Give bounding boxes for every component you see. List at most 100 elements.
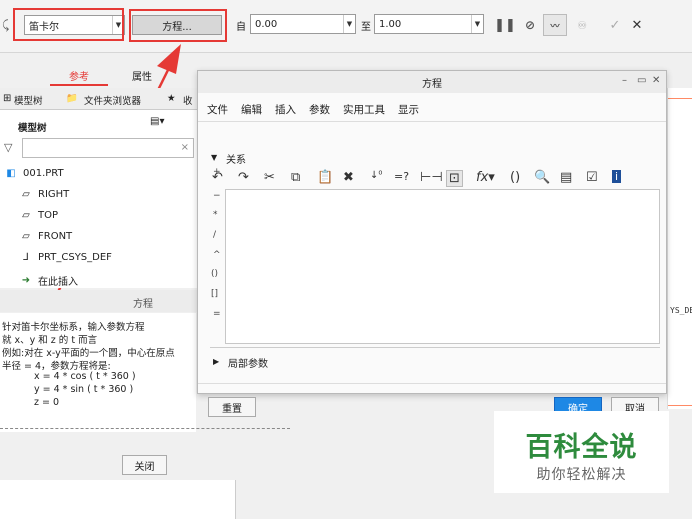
close-window-icon[interactable]: ✕: [652, 75, 660, 86]
dialog-menubar: 文件 编辑 插入 参数 实用工具 显示: [198, 99, 419, 119]
panel-tab-strip: ⊞ 模型树 📁 文件夹浏览器 ★ 收: [0, 88, 198, 110]
editor-divider: [210, 347, 660, 348]
watermark-logo: 百科全说 助你轻松解决: [494, 411, 669, 493]
plus-symbol[interactable]: +: [213, 167, 221, 177]
collapse-arrow-icon[interactable]: ▼: [211, 153, 217, 162]
equation-editor[interactable]: [225, 189, 660, 344]
multiply-symbol[interactable]: *: [213, 210, 218, 220]
close-button[interactable]: 关闭: [122, 455, 167, 475]
dimension-icon[interactable]: ⊢⊣: [420, 170, 443, 185]
dialog-titlebar: 方程: [198, 71, 666, 93]
tab-properties[interactable]: 属性: [113, 64, 171, 86]
tree-item-label: RIGHT: [38, 189, 70, 200]
paste-icon[interactable]: 📋: [317, 170, 333, 185]
tree-item-top[interactable]: ▱ TOP: [20, 210, 58, 221]
plane-icon: ▱: [22, 210, 30, 221]
check-list-icon[interactable]: ☑: [586, 170, 598, 185]
tree-item-front[interactable]: ▱ FRONT: [20, 231, 72, 242]
help-line: 针对笛卡尔坐标系，输入参数方程: [2, 322, 145, 333]
cut-icon[interactable]: ✂: [264, 170, 275, 185]
paren-symbol[interactable]: (): [211, 269, 218, 279]
star-icon: ★: [167, 93, 176, 104]
minus-symbol[interactable]: −: [213, 191, 221, 201]
help-header: 方程: [0, 290, 197, 312]
parameter-icon[interactable]: (): [510, 170, 520, 185]
insert-arrow-icon: ➜: [21, 275, 31, 286]
search-icon[interactable]: 🔍: [534, 170, 550, 185]
show-dimensions-icon[interactable]: ⊡: [446, 170, 463, 187]
table-icon[interactable]: ▤: [560, 170, 572, 185]
help-line: 就 x、y 和 z 的 t 而言: [2, 335, 98, 346]
tree-item-label: PRT_CSYS_DEF: [38, 252, 112, 263]
redo-icon[interactable]: ↷: [238, 170, 249, 185]
relations-section-label: 关系: [226, 155, 246, 166]
plane-icon: ▱: [22, 231, 30, 242]
watermark-subtitle: 助你轻松解决: [536, 467, 627, 483]
help-panel: 针对笛卡尔坐标系，输入参数方程 就 x、y 和 z 的 t 而言 例如:对在 x…: [0, 313, 196, 443]
menubar-divider: [198, 121, 666, 122]
tree-search-input[interactable]: ×: [22, 138, 194, 158]
part-icon: ◧: [6, 168, 16, 179]
tab-file-browser[interactable]: 文件夹浏览器: [84, 93, 141, 107]
model-tree-panel: ⊞ 模型树 📁 文件夹浏览器 ★ 收 模型树 ▤▾ ▽ × ◧ 001.PRT …: [0, 88, 198, 288]
tab-reference-label: 参考: [69, 71, 89, 83]
close-button-label: 关闭: [134, 461, 155, 473]
divider: [0, 428, 290, 429]
reset-button[interactable]: 重置: [208, 397, 256, 417]
copy-icon[interactable]: ⧉: [291, 170, 300, 185]
tab-favorites[interactable]: 收: [183, 93, 193, 107]
menu-insert[interactable]: 插入: [275, 102, 296, 117]
datum-line: [668, 98, 692, 99]
bracket-symbol[interactable]: []: [211, 289, 218, 299]
tree-item-part[interactable]: ◧ 001.PRT: [5, 168, 64, 179]
help-line: 例如:对在 x-y平面的一个圆，中心在原点: [2, 348, 175, 359]
equals-symbol[interactable]: =: [213, 309, 221, 319]
dialog-title: 方程: [422, 78, 442, 90]
csys-icon: ⅃: [23, 252, 29, 263]
tree-item-label: FRONT: [38, 231, 73, 242]
filter-icon: ▽: [4, 141, 13, 154]
menu-utilities[interactable]: 实用工具: [343, 102, 385, 117]
watermark-title: 百科全说: [525, 432, 638, 463]
help-line: x = 4 * cos ( t * 360 ): [34, 371, 136, 382]
csys-label-fragment: YS_DE: [670, 306, 692, 315]
equation-dialog: 方程 – ▭ ✕ 文件 编辑 插入 参数 实用工具 显示 ▼ 关系 ↶ ↷ ✂ …: [197, 70, 667, 417]
tree-item-label: 001.PRT: [23, 168, 64, 179]
help-line: 半径 = 4，参数方程将是:: [2, 361, 111, 372]
clear-icon[interactable]: ×: [181, 142, 189, 153]
maximize-icon[interactable]: ▭: [637, 75, 646, 86]
tree-item-label: TOP: [38, 210, 59, 221]
help-line: y = 4 * sin ( t * 360 ): [34, 384, 134, 395]
model-tree-heading: 模型树: [18, 123, 47, 134]
datum-line: [668, 405, 692, 406]
tree-item-label: 在此插入: [38, 277, 78, 288]
settings-icon[interactable]: ▤▾: [150, 116, 164, 127]
tree-icon: ⊞: [3, 93, 12, 104]
plane-icon: ▱: [22, 189, 30, 200]
tab-model-tree[interactable]: 模型树: [14, 93, 43, 107]
tab-reference[interactable]: 参考: [50, 64, 108, 86]
menu-file[interactable]: 文件: [207, 102, 228, 117]
help-line: z = 0: [34, 397, 60, 408]
delete-icon[interactable]: ✖: [343, 170, 354, 185]
expand-arrow-icon[interactable]: ▶: [213, 357, 219, 366]
divide-symbol[interactable]: /: [213, 230, 216, 240]
tab-underline: [50, 84, 108, 86]
tree-item-insert-here[interactable]: ➜ 在此插入: [20, 273, 78, 288]
sort-icon[interactable]: ↓⁰: [370, 170, 382, 181]
power-symbol[interactable]: ^: [213, 250, 221, 260]
menu-parameters[interactable]: 参数: [309, 102, 330, 117]
footer-divider: [198, 383, 666, 384]
local-params-label: 局部参数: [228, 359, 268, 370]
info-icon[interactable]: i: [612, 170, 622, 183]
folder-icon: 📁: [66, 93, 78, 104]
menu-display[interactable]: 显示: [398, 102, 419, 117]
tree-item-right[interactable]: ▱ RIGHT: [20, 189, 69, 200]
tab-properties-label: 属性: [132, 71, 152, 83]
help-title: 方程: [133, 299, 153, 310]
function-icon[interactable]: fx▾: [476, 170, 495, 185]
verify-icon[interactable]: =?: [394, 170, 409, 183]
tree-item-csys[interactable]: ⅃ PRT_CSYS_DEF: [20, 252, 112, 263]
menu-edit[interactable]: 编辑: [241, 102, 262, 117]
minimize-icon[interactable]: –: [622, 75, 627, 86]
